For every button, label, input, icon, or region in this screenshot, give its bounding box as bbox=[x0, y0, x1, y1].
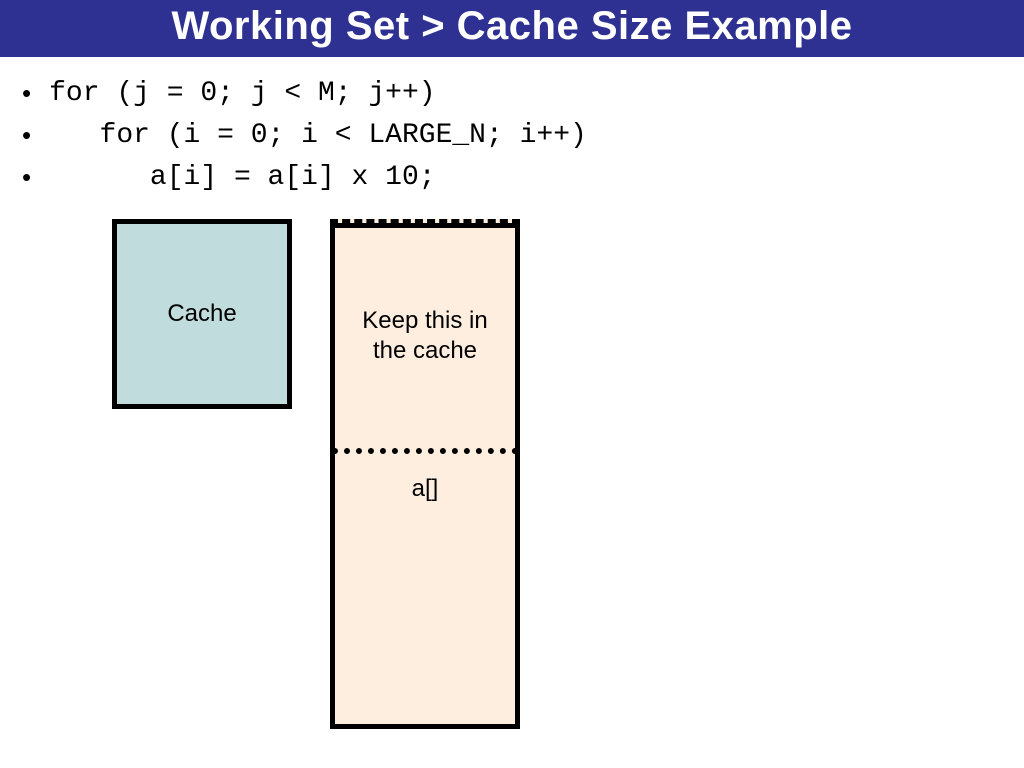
array-box: Keep this in the cache a[] bbox=[330, 219, 520, 729]
code-line-3: • a[i] = a[i] x 10; bbox=[22, 157, 1024, 199]
code-block: • for (j = 0; j < M; j++) • for (i = 0; … bbox=[0, 57, 1024, 199]
array-top-text: Keep this in the cache bbox=[345, 306, 505, 366]
bullet-icon: • bbox=[22, 80, 31, 106]
code-line-2: • for (i = 0; i < LARGE_N; i++) bbox=[22, 115, 1024, 157]
bullet-icon: • bbox=[22, 122, 31, 148]
bullet-icon: • bbox=[22, 164, 31, 190]
slide-title: Working Set > Cache Size Example bbox=[0, 0, 1024, 57]
code-text: for (j = 0; j < M; j++) bbox=[49, 73, 435, 115]
code-text: a[i] = a[i] x 10; bbox=[49, 157, 435, 199]
array-bottom-label: a[] bbox=[335, 475, 515, 503]
array-top-region: Keep this in the cache bbox=[335, 223, 515, 448]
code-text: for (i = 0; i < LARGE_N; i++) bbox=[49, 115, 587, 157]
cache-box: Cache bbox=[112, 219, 292, 409]
array-divider bbox=[332, 448, 518, 454]
code-line-1: • for (j = 0; j < M; j++) bbox=[22, 73, 1024, 115]
cache-label: Cache bbox=[167, 300, 236, 328]
